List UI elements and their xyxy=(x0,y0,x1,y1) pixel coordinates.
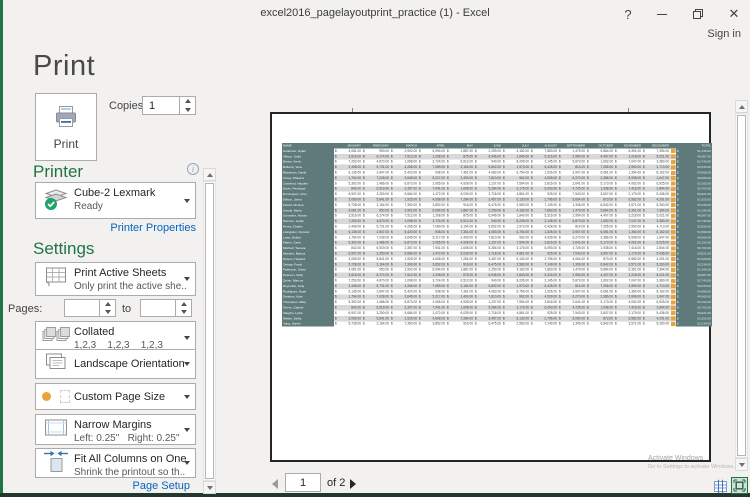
close-icon: ✕ xyxy=(729,6,740,22)
preview-scrollbar-thumb[interactable] xyxy=(737,115,746,456)
collated-icon xyxy=(41,326,71,351)
previous-page-button[interactable] xyxy=(272,479,278,489)
settings-section-heading: Settings xyxy=(33,239,94,259)
show-margins-button[interactable] xyxy=(712,478,728,494)
settings-scrollbar-track[interactable] xyxy=(203,181,216,481)
scroll-down-icon xyxy=(739,463,745,467)
table-row: Yang, Daniel$5,728.00$2,164.00$7,390.00$… xyxy=(282,321,712,326)
settings-scrollbar-thumb[interactable] xyxy=(205,183,214,479)
copies-increment-button[interactable] xyxy=(180,97,195,106)
copies-label: Copies: xyxy=(109,100,146,112)
pages-from-decrement[interactable] xyxy=(100,308,115,316)
chevron-down-icon xyxy=(184,461,190,465)
pages-to-label: to xyxy=(122,303,131,315)
up-arrow-icon xyxy=(181,302,187,306)
excel-print-backstage: excel2016_pagelayoutprint_practice (1) -… xyxy=(0,0,750,497)
print-preview-page: NAMEJANUARYFEBRUARYMARCHAPRILMAYJUNEJULY… xyxy=(270,112,711,462)
copies-decrement-button[interactable] xyxy=(180,106,195,115)
chevron-down-icon xyxy=(184,428,190,432)
preview-scrollbar-up-button[interactable] xyxy=(735,100,748,113)
margins-sublabel: Left: 0.25" Right: 0.25" xyxy=(74,433,180,444)
collation-label: Collated xyxy=(74,326,114,338)
chevron-down-icon xyxy=(184,395,190,399)
custom-page-size-icon xyxy=(41,388,71,406)
chevron-down-icon xyxy=(184,336,190,340)
scaling-dropdown[interactable]: Fit All Columns on One P... Shrink the p… xyxy=(35,448,196,478)
info-icon[interactable]: i xyxy=(187,163,199,175)
close-button[interactable]: ✕ xyxy=(718,0,750,28)
activate-windows-watermark-sub: Go to Settings to activate Windows. xyxy=(648,464,735,470)
scroll-up-icon xyxy=(207,173,213,177)
window-bottom-edge xyxy=(0,493,750,497)
scaling-sublabel: Shrink the printout so th... xyxy=(74,467,186,478)
page-number-input[interactable]: 1 xyxy=(285,473,321,492)
preview-scrollbar-down-button[interactable] xyxy=(735,458,748,471)
down-arrow-icon xyxy=(181,310,187,314)
printer-icon xyxy=(53,105,79,129)
print-what-sublabel: Only print the active she... xyxy=(74,281,186,292)
down-arrow-icon xyxy=(185,108,191,112)
scaling-label: Fit All Columns on One P... xyxy=(74,453,186,465)
margins-label: Narrow Margins xyxy=(74,419,152,431)
backstage-accent-strip xyxy=(0,0,3,493)
pages-label: Pages: xyxy=(8,303,42,315)
preview-table: NAMEJANUARYFEBRUARYMARCHAPRILMAYJUNEJULY… xyxy=(282,143,712,327)
zoom-to-page-icon xyxy=(733,479,746,492)
minimize-icon xyxy=(657,14,667,15)
settings-scrollbar-up-button[interactable] xyxy=(203,168,216,181)
restore-button[interactable] xyxy=(682,0,714,28)
printer-properties-link[interactable]: Printer Properties xyxy=(35,222,196,234)
printer-status: Ready xyxy=(74,201,103,212)
landscape-icon xyxy=(41,352,71,377)
restore-icon xyxy=(692,8,704,20)
chevron-down-icon xyxy=(184,362,190,366)
pages-to-increment[interactable] xyxy=(176,300,191,308)
margins-dropdown[interactable]: Narrow Margins Left: 0.25" Right: 0.25" xyxy=(35,414,196,445)
up-arrow-icon xyxy=(105,302,111,306)
sign-in-link[interactable]: Sign in xyxy=(707,28,741,40)
preview-scrollbar-track[interactable] xyxy=(735,113,748,458)
settings-scrollbar-down-button[interactable] xyxy=(203,481,216,494)
down-arrow-icon xyxy=(105,310,111,314)
pages-from-stepper[interactable] xyxy=(64,299,116,317)
next-page-button[interactable] xyxy=(350,479,356,489)
printer-name: Cube-2 Lexmark xyxy=(74,187,155,199)
chevron-down-icon xyxy=(184,277,190,281)
margins-icon xyxy=(41,417,71,442)
scroll-down-icon xyxy=(207,486,213,490)
up-arrow-icon xyxy=(185,99,191,103)
scroll-up-icon xyxy=(739,105,745,109)
page-setup-link[interactable]: Page Setup xyxy=(35,480,190,492)
pages-to-decrement[interactable] xyxy=(176,308,191,316)
print-button-label: Print xyxy=(36,137,96,151)
titlebar: excel2016_pagelayoutprint_practice (1) -… xyxy=(0,0,750,28)
zoom-to-page-button[interactable] xyxy=(731,477,748,494)
orientation-dropdown[interactable]: Landscape Orientation xyxy=(35,349,196,379)
pages-to-stepper[interactable] xyxy=(140,299,192,317)
copies-value: 1 xyxy=(149,100,155,112)
minimize-button[interactable] xyxy=(646,0,678,28)
page-title: Print xyxy=(33,50,95,83)
show-margins-icon xyxy=(713,479,728,494)
printer-device-icon xyxy=(41,185,71,216)
orientation-label: Landscape Orientation xyxy=(74,358,185,370)
fit-columns-icon xyxy=(41,449,71,478)
printer-section-heading: Printer xyxy=(33,162,83,182)
window-title: excel2016_pagelayoutprint_practice (1) -… xyxy=(260,7,489,19)
print-what-label: Print Active Sheets xyxy=(74,267,166,279)
page-count-label: of 2 xyxy=(327,477,345,489)
active-sheets-icon xyxy=(41,267,71,292)
help-button[interactable]: ? xyxy=(612,0,644,28)
page-size-label: Custom Page Size xyxy=(74,391,165,403)
print-button[interactable]: Print xyxy=(35,93,97,161)
page-size-dropdown[interactable]: Custom Page Size xyxy=(35,383,196,410)
pages-from-increment[interactable] xyxy=(100,300,115,308)
help-icon: ? xyxy=(624,7,631,22)
printer-selector-dropdown[interactable]: Cube-2 Lexmark Ready xyxy=(35,182,196,219)
activate-windows-watermark: Activate Windows xyxy=(648,455,703,462)
chevron-down-icon xyxy=(184,199,190,203)
copies-stepper[interactable]: 1 xyxy=(142,96,196,115)
print-what-dropdown[interactable]: Print Active Sheets Only print the activ… xyxy=(35,262,196,296)
